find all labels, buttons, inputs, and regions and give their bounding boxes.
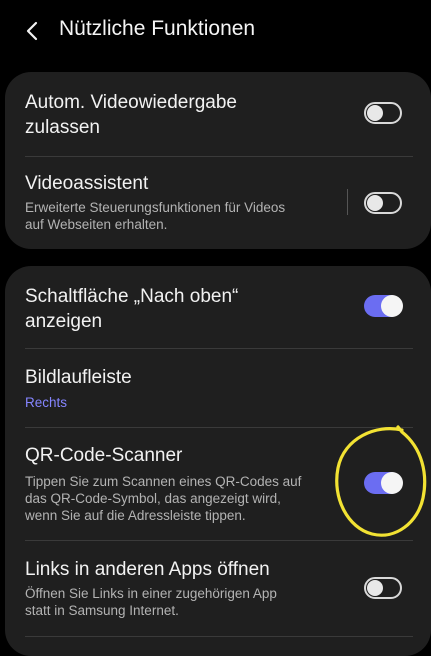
setting-description: Tippen Sie zum Scannen eines QR-Codes au… — [25, 474, 302, 489]
setting-label-line2: anzeigen — [25, 311, 103, 332]
setting-description: Öffnen Sie Links in einer zugehörigen Ap… — [25, 586, 277, 601]
setting-label: Videoassistent — [25, 173, 149, 194]
setting-label: Schaltfläche „Nach oben“ — [25, 286, 239, 307]
toggle-knob — [381, 295, 403, 317]
setting-label: QR-Code-Scanner — [25, 445, 183, 466]
setting-open-links-in-other-apps[interactable]: Links in anderen Apps öffnen Öffnen Sie … — [5, 541, 431, 636]
chevron-left-icon[interactable] — [22, 18, 44, 44]
setting-video-assistant[interactable]: Videoassistent Erweiterte Steuerungsfunk… — [5, 157, 431, 249]
setting-value: Rechts — [25, 395, 68, 410]
header-bar: Nützliche Funktionen — [0, 0, 431, 64]
page-title: Nützliche Funktionen — [59, 17, 256, 40]
setting-description: Erweiterte Steuerungsfunktionen für Vide… — [25, 200, 286, 215]
autoplay-toggle[interactable] — [364, 102, 402, 124]
setting-label: Links in anderen Apps öffnen — [25, 559, 270, 580]
video-assistant-toggle[interactable] — [364, 192, 402, 214]
toggle-knob — [381, 472, 403, 494]
setting-label-line2: zulassen — [25, 117, 100, 138]
setting-autoplay-videos[interactable]: Autom. Videowiedergabe zulassen — [5, 72, 431, 156]
toggle-knob — [367, 105, 383, 121]
qr-scanner-toggle[interactable] — [364, 472, 403, 494]
setting-description-line3: wenn Sie auf die Adressleiste tippen. — [25, 508, 246, 523]
setting-description-line2: auf Webseiten erhalten. — [25, 217, 168, 232]
toggle-knob — [367, 580, 383, 596]
setting-description-line2: statt in Samsung Internet. — [25, 603, 179, 618]
setting-scroll-to-top-button[interactable]: Schaltfläche „Nach oben“ anzeigen — [5, 266, 431, 348]
settings-card-video: Autom. Videowiedergabe zulassen Videoass… — [5, 72, 431, 249]
scroll-to-top-toggle[interactable] — [364, 295, 403, 317]
vertical-separator — [347, 189, 348, 215]
setting-qr-code-scanner[interactable]: QR-Code-Scanner Tippen Sie zum Scannen e… — [5, 428, 431, 540]
settings-card-general: Schaltfläche „Nach oben“ anzeigen Bildla… — [5, 266, 431, 656]
setting-description-line2: das QR-Code-Symbol, das angezeigt wird, — [25, 491, 281, 506]
setting-scrollbar[interactable]: Bildlaufleiste Rechts — [5, 349, 431, 427]
toggle-knob — [367, 195, 383, 211]
open-links-toggle[interactable] — [364, 577, 402, 599]
setting-label: Bildlaufleiste — [25, 367, 132, 388]
divider — [25, 636, 413, 637]
setting-label: Autom. Videowiedergabe — [25, 92, 237, 113]
